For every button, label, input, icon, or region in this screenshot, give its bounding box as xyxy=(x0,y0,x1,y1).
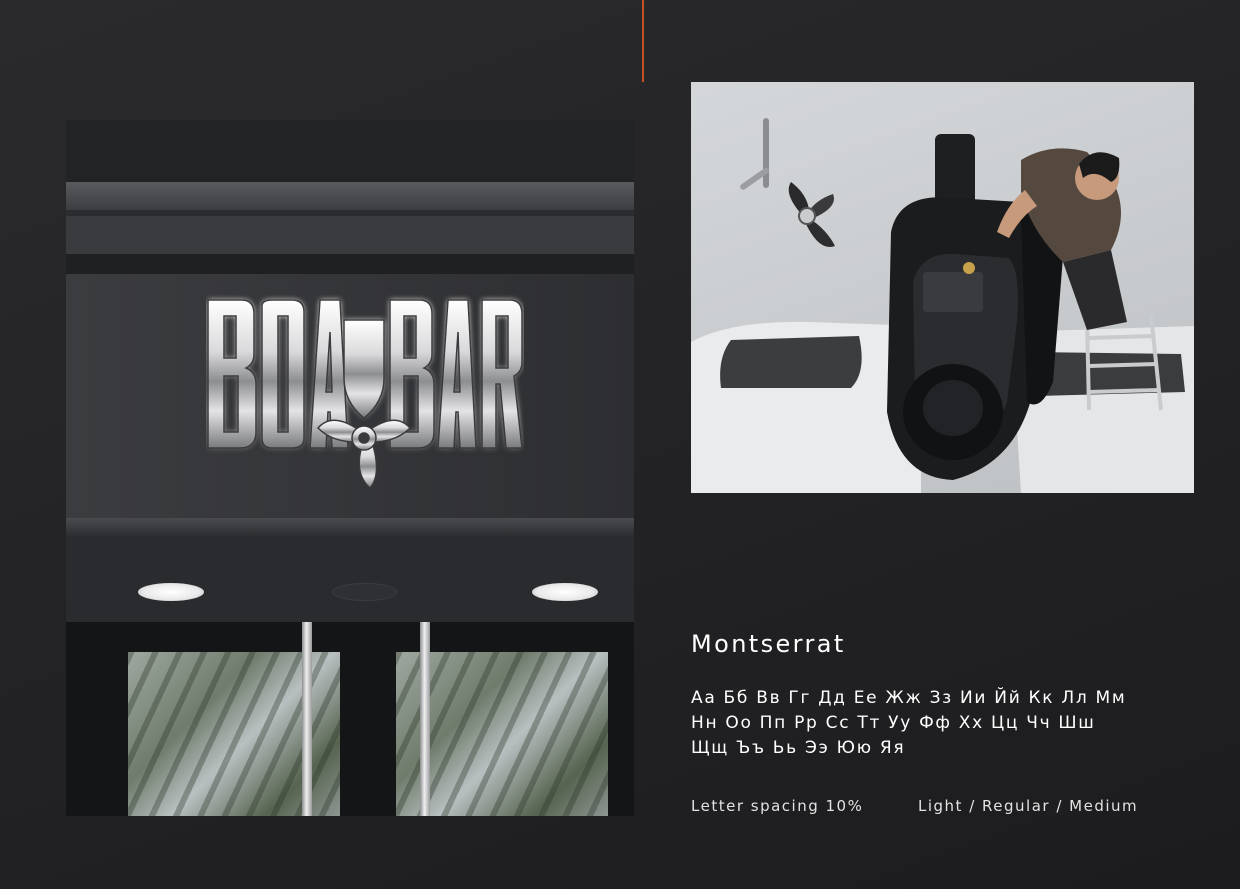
letter-spacing-note: Letter spacing 10% xyxy=(691,797,864,815)
door-handle xyxy=(420,622,430,816)
font-weights-note: Light / Regular / Medium xyxy=(918,797,1139,815)
alphabet-line: Щщ Ъъ Ьь Ээ Юю Яя xyxy=(691,738,906,758)
alphabet-line: Аа Бб Вв Гг Дд Ее Жж Зз Ии Йй Кк Лл Мм xyxy=(691,688,1127,708)
font-name: Montserrat xyxy=(691,630,846,658)
ceiling-light xyxy=(138,583,204,601)
ceiling-light xyxy=(532,583,598,601)
alphabet-line: Нн Оо Пп Рр Сс Тт Уу Фф Хх Цц Чч Шш xyxy=(691,713,1096,733)
ceiling-light xyxy=(332,583,398,601)
wrench-icon xyxy=(740,118,770,190)
propeller-icon xyxy=(788,182,835,247)
boatbar-logo xyxy=(207,299,523,490)
accent-divider xyxy=(642,0,644,82)
propeller-icon xyxy=(316,419,412,490)
cyrillic-alphabet-specimen: Аа Бб Вв Гг Дд Ее Жж Зз Ии Йй Кк Лл Мм Н… xyxy=(691,686,1211,761)
boat-engine-workshop-photo xyxy=(691,82,1194,493)
storefront-signage-photo xyxy=(66,120,634,816)
door-handle xyxy=(302,622,312,816)
